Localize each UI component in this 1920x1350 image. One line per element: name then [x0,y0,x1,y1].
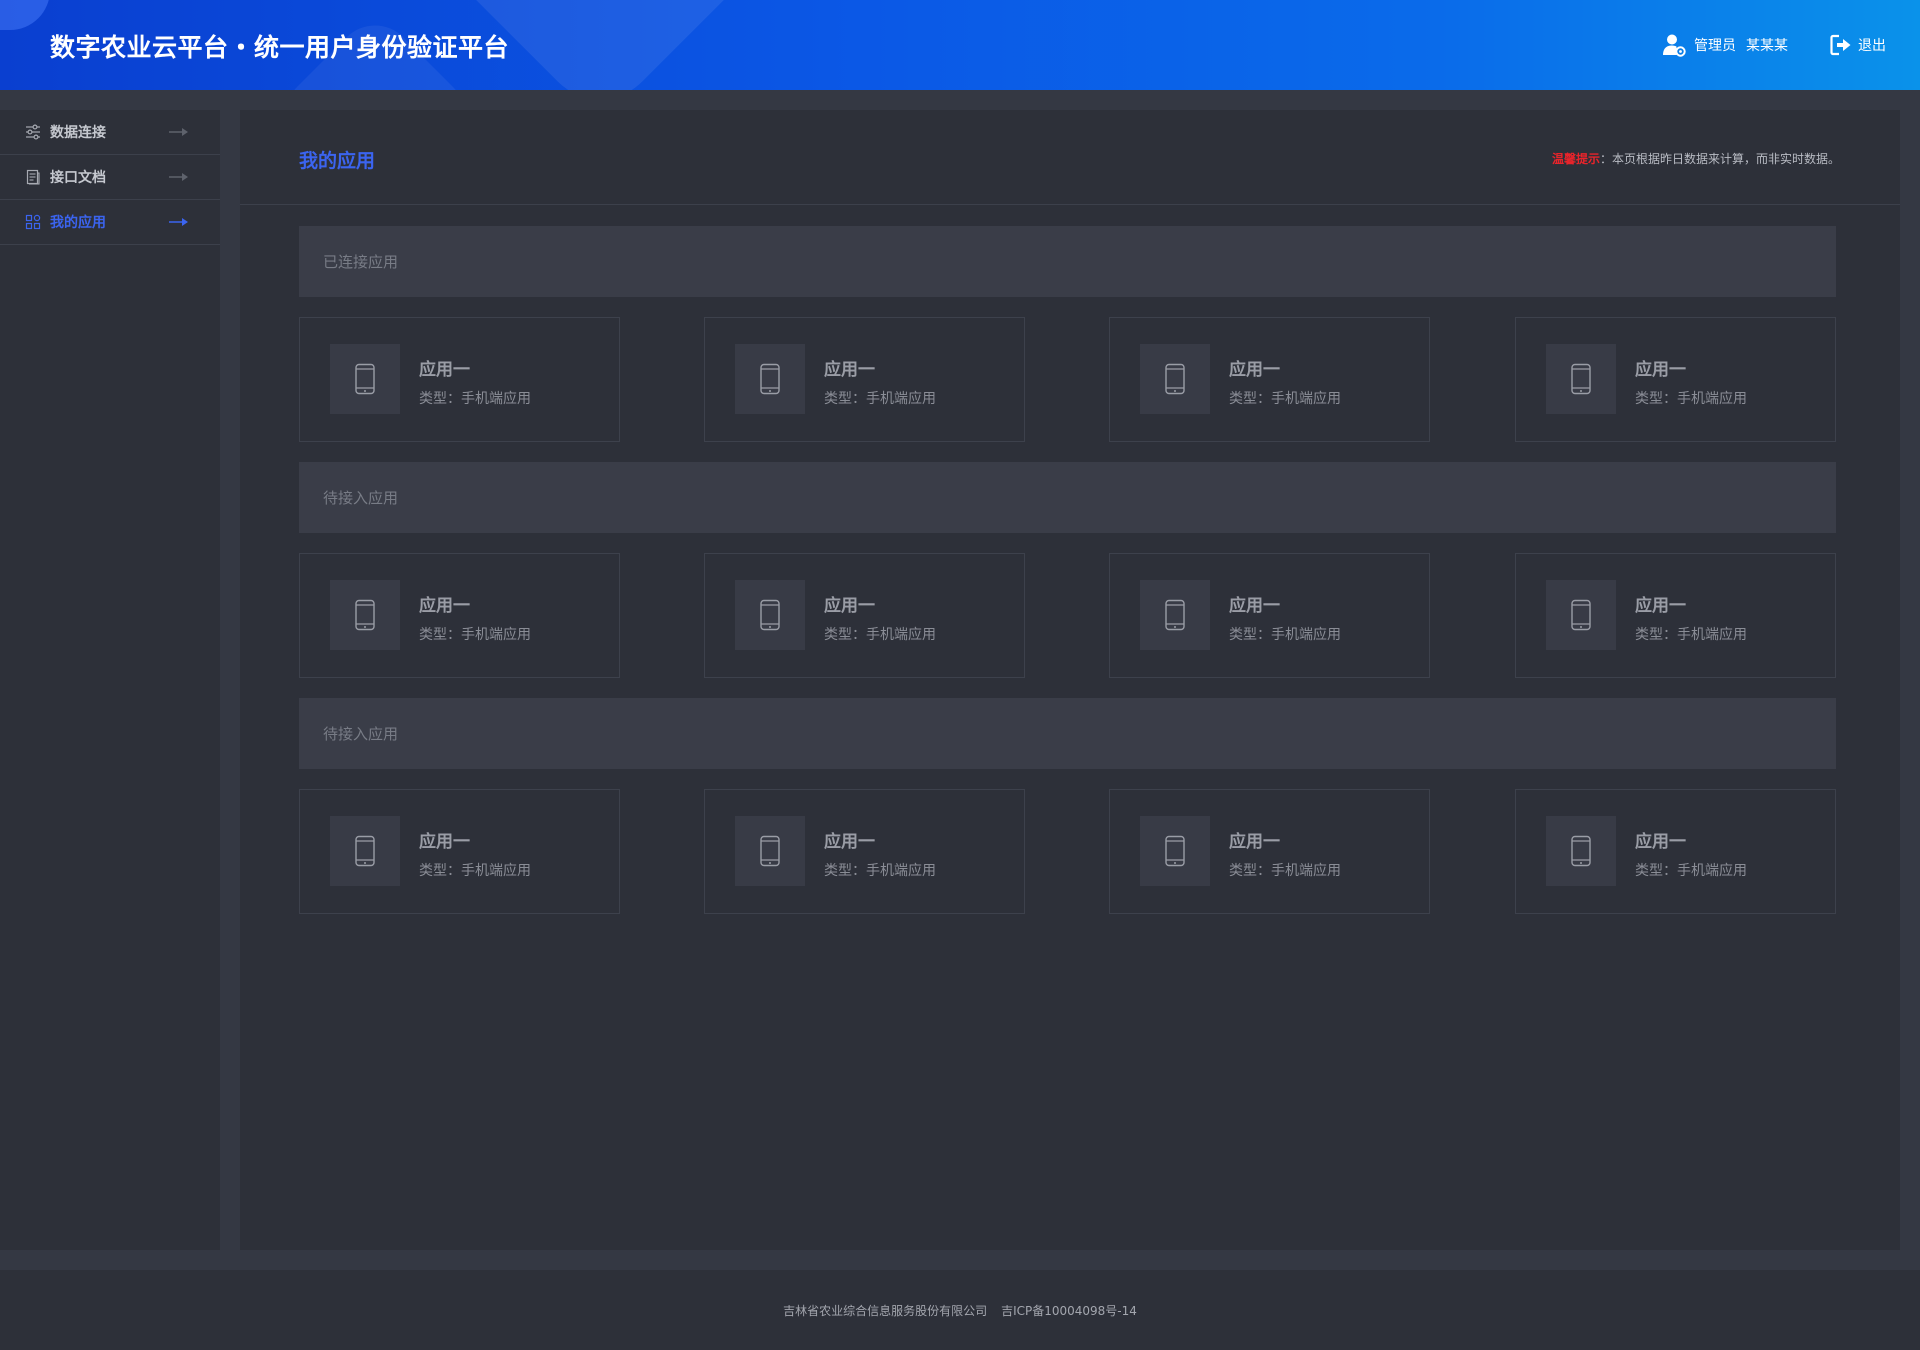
app-thumbnail [735,816,805,886]
mobile-phone-icon [355,835,375,867]
arrow-right-icon [168,214,190,234]
app-card[interactable]: 应用一 类型：手机端应用 [299,553,620,678]
app-name: 应用一 [1635,360,1686,380]
app-name: 应用一 [1229,596,1280,616]
sidebar-item-data-connect[interactable]: 数据连接 [0,110,220,155]
app-name: 应用一 [1635,596,1686,616]
app-type: 类型：手机端应用 [1229,391,1341,407]
mobile-phone-icon [760,835,780,867]
mobile-phone-icon [1571,835,1591,867]
footer: 吉林省农业综合信息服务股份有限公司 吉ICP备10004098号-14 [0,1270,1920,1350]
notice-highlight: 温馨提示 [1551,152,1600,166]
app-type: 类型：手机端应用 [419,627,531,643]
section-header: 待接入应用 [299,698,1836,769]
app-card[interactable]: 应用一 类型：手机端应用 [1109,317,1430,442]
app-type: 类型：手机端应用 [419,391,531,407]
main-panel: 我的应用 温馨提示：本页根据昨日数据来计算，而非实时数据。 已连接应用 应用一 … [240,110,1900,1250]
apps-grid-icon [25,214,41,230]
app-card[interactable]: 应用一 类型：手机端应用 [704,553,1025,678]
app-thumbnail [735,344,805,414]
mobile-phone-icon [1165,835,1185,867]
app-card[interactable]: 应用一 类型：手机端应用 [299,317,620,442]
app-card[interactable]: 应用一 类型：手机端应用 [299,789,620,914]
app-type: 类型：手机端应用 [1635,863,1747,879]
section-header: 待接入应用 [299,462,1836,533]
app-thumbnail [1546,816,1616,886]
mobile-phone-icon [355,363,375,395]
app-type: 类型：手机端应用 [824,863,936,879]
sidebar-item-label: 数据连接 [50,125,106,141]
mobile-phone-icon [1571,363,1591,395]
app-card[interactable]: 应用一 类型：手机端应用 [1109,789,1430,914]
arrow-right-icon [168,169,190,189]
logout-icon [1830,34,1852,56]
platform-title: 数字农业云平台・统一用户身份验证平台 [50,33,510,62]
mobile-phone-icon [1165,599,1185,631]
mobile-phone-icon [355,599,375,631]
user-info[interactable]: 管理员 某某某 [1662,32,1788,58]
app-card[interactable]: 应用一 类型：手机端应用 [704,317,1025,442]
app-type: 类型：手机端应用 [419,863,531,879]
sidebar-item-my-apps[interactable]: 我的应用 [0,200,220,245]
sliders-icon [25,124,41,140]
sidebar-item-api-docs[interactable]: 接口文档 [0,155,220,200]
section-header: 已连接应用 [299,226,1836,297]
header-decoration [0,0,50,30]
app-card[interactable]: 应用一 类型：手机端应用 [1109,553,1430,678]
user-role: 管理员 [1694,38,1736,54]
app-type: 类型：手机端应用 [824,391,936,407]
notice-body: ：本页根据昨日数据来计算，而非实时数据。 [1599,152,1840,166]
app-thumbnail [735,580,805,650]
app-card[interactable]: 应用一 类型：手机端应用 [1515,317,1836,442]
app-name: 应用一 [824,832,875,852]
app-thumbnail [1140,816,1210,886]
user-name: 某某某 [1746,38,1788,54]
app-name: 应用一 [1635,832,1686,852]
app-name: 应用一 [824,596,875,616]
app-thumbnail [1546,580,1616,650]
app-name: 应用一 [419,360,470,380]
logout-button[interactable]: 退出 [1830,32,1886,58]
footer-company: 吉林省农业综合信息服务股份有限公司 [783,1303,988,1318]
top-header: 数字农业云平台・统一用户身份验证平台 管理员 某某某 退出 [0,0,1920,90]
mobile-phone-icon [1571,599,1591,631]
mobile-phone-icon [760,599,780,631]
app-card[interactable]: 应用一 类型：手机端应用 [1515,553,1836,678]
app-name: 应用一 [1229,360,1280,380]
admin-user-icon [1662,33,1686,57]
sidebar-item-label: 我的应用 [50,215,106,231]
app-name: 应用一 [824,360,875,380]
app-name: 应用一 [419,832,470,852]
app-type: 类型：手机端应用 [1635,391,1747,407]
page-title: 我的应用 [299,150,376,172]
sidebar: 数据连接 接口文档 我的应用 [0,110,220,1250]
app-card[interactable]: 应用一 类型：手机端应用 [704,789,1025,914]
app-type: 类型：手机端应用 [824,627,936,643]
mobile-phone-icon [1165,363,1185,395]
app-thumbnail [1140,344,1210,414]
document-icon [25,169,41,185]
sidebar-item-label: 接口文档 [50,170,106,186]
app-type: 类型：手机端应用 [1229,627,1341,643]
app-thumbnail [330,816,400,886]
app-name: 应用一 [1229,832,1280,852]
app-thumbnail [1140,580,1210,650]
app-thumbnail [330,580,400,650]
main-header: 我的应用 温馨提示：本页根据昨日数据来计算，而非实时数据。 [240,110,1900,205]
arrow-right-icon [168,124,190,144]
logout-label: 退出 [1858,38,1886,54]
mobile-phone-icon [760,363,780,395]
app-thumbnail [1546,344,1616,414]
notice-text: 温馨提示：本页根据昨日数据来计算，而非实时数据。 [1552,150,1840,167]
app-type: 类型：手机端应用 [1635,627,1747,643]
footer-icp-link[interactable]: 吉ICP备10004098号-14 [1001,1302,1137,1319]
app-card[interactable]: 应用一 类型：手机端应用 [1515,789,1836,914]
app-name: 应用一 [419,596,470,616]
app-thumbnail [330,344,400,414]
app-type: 类型：手机端应用 [1229,863,1341,879]
